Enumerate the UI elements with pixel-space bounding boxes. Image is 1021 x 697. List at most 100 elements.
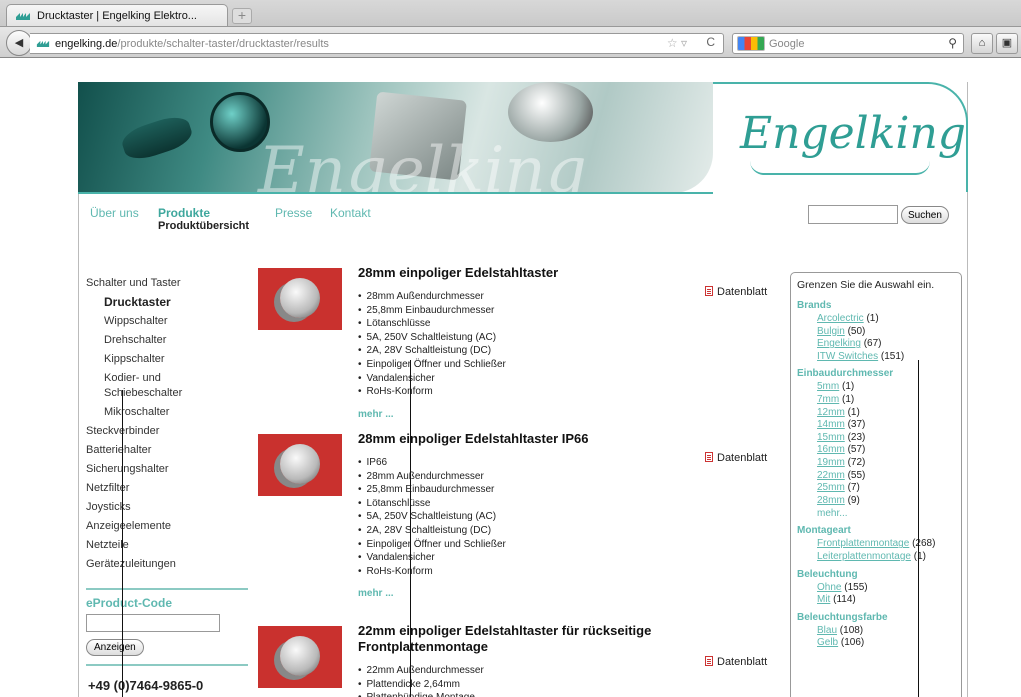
web-page: Engelking Engelking Über uns Produkte Pr… (0, 58, 1021, 697)
sidebar-item[interactable]: Netzteile (86, 536, 246, 555)
filter-more-link[interactable]: mehr... (797, 507, 955, 520)
address-bar[interactable]: engelking.de/produkte/schalter-taster/dr… (30, 33, 724, 54)
search-box[interactable]: Google ⚲ (732, 33, 964, 54)
sidebar-item[interactable]: Anzeigeelemente (86, 517, 246, 536)
filter-link[interactable]: Blau (817, 625, 837, 636)
nav-produktuebersicht[interactable]: Produktübersicht (158, 220, 249, 232)
filter-link[interactable]: 5mm (817, 381, 839, 392)
back-button[interactable]: ◀ (6, 30, 32, 56)
feature-item: Vandalensicher (358, 551, 506, 565)
filter-link[interactable]: Mit (817, 594, 830, 605)
browser-tab[interactable]: Drucktaster | Engelking Elektro... (6, 4, 228, 26)
tab-title: Drucktaster | Engelking Elektro... (37, 9, 197, 22)
filter-link[interactable]: 22mm (817, 470, 845, 481)
filter-option: 14mm (37) (797, 419, 955, 432)
filter-count: (1) (866, 313, 879, 324)
show-button[interactable]: Anzeigen (86, 639, 144, 656)
reload-icon[interactable]: C (706, 35, 715, 49)
new-tab-button[interactable]: + (232, 8, 252, 24)
feature-item: Plattenbündige Montage (358, 691, 484, 697)
sidebar-item[interactable]: Netzfilter (86, 479, 246, 498)
sidebar-item[interactable]: Batteriehalter (86, 441, 246, 460)
filter-option: Engelking (67) (797, 338, 955, 351)
filter-option: ITW Switches (151) (797, 351, 955, 364)
filter-count: (55) (847, 469, 866, 481)
datasheet-link[interactable]: Datenblatt (705, 656, 767, 668)
sidebar-item[interactable]: Schalter und Taster (86, 274, 246, 293)
filter-link[interactable]: 16mm (817, 444, 845, 455)
toolbar-button[interactable]: ▣ (996, 33, 1018, 54)
filter-link[interactable]: ITW Switches (817, 351, 878, 362)
search-button[interactable]: Suchen (901, 206, 949, 224)
filter-option: Blau (108) (797, 625, 955, 638)
sidebar-item[interactable]: Kippschalter (86, 350, 246, 369)
product-title[interactable]: 28mm einpoliger Edelstahltaster IP66 (358, 431, 698, 447)
feature-item: Lötanschlüsse (358, 317, 506, 331)
push-button-icon (280, 278, 320, 318)
sidebar-item[interactable]: Gerätezuleitungen (86, 555, 246, 574)
product-title[interactable]: 28mm einpoliger Edelstahltaster (358, 265, 698, 281)
sidebar-item[interactable]: Steckverbinder (86, 422, 246, 441)
feature-item: 22mm Außendurchmesser (358, 664, 484, 678)
home-button[interactable]: ⌂ (971, 33, 993, 54)
filter-link[interactable]: Engelking (817, 338, 861, 349)
sidebar-item[interactable]: Joysticks (86, 498, 246, 517)
filter-link[interactable]: Gelb (817, 637, 838, 648)
logo-swash (750, 161, 930, 175)
site-logo[interactable]: Engelking (740, 108, 966, 159)
feature-list: IP6628mm Außendurchmesser25,8mm Einbaudu… (358, 456, 506, 578)
filter-link[interactable]: 25mm (817, 482, 845, 493)
nav-ueber-uns[interactable]: Über uns (90, 206, 139, 220)
eproduct-code-title: eProduct-Code (86, 596, 173, 610)
filter-link[interactable]: 15mm (817, 432, 845, 443)
feature-item: IP66 (358, 456, 506, 470)
product-image[interactable] (258, 434, 342, 496)
filter-link[interactable]: 14mm (817, 419, 845, 430)
browser-chrome: Drucktaster | Engelking Elektro... + ◀ e… (0, 0, 1021, 58)
banner-knob-icon (118, 111, 196, 165)
filter-option: 19mm (72) (797, 457, 955, 470)
filter-link[interactable]: 28mm (817, 495, 845, 506)
datasheet-link[interactable]: Datenblatt (705, 452, 767, 464)
eproduct-code-input[interactable] (86, 614, 220, 632)
google-icon[interactable] (737, 36, 765, 51)
filter-count: (155) (844, 581, 868, 593)
filter-link[interactable]: 7mm (817, 394, 839, 405)
filter-count: (67) (863, 338, 882, 350)
datasheet-link[interactable]: Datenblatt (705, 286, 767, 298)
nav-kontakt[interactable]: Kontakt (330, 206, 371, 220)
product-image[interactable] (258, 268, 342, 330)
search-icon[interactable]: ⚲ (948, 36, 957, 50)
sidebar-item[interactable]: Wippschalter (86, 312, 246, 331)
filter-section-title: Beleuchtung (797, 568, 858, 580)
filter-count: (1) (842, 393, 855, 405)
nav-presse[interactable]: Presse (275, 206, 312, 220)
filter-link[interactable]: Bulgin (817, 326, 845, 337)
bookmark-star-icon[interactable]: ☆ ▿ (667, 36, 687, 50)
banner-metal-button-icon (508, 82, 593, 142)
sidebar-item[interactable]: Sicherungshalter (86, 460, 246, 479)
filter-count: (72) (847, 456, 866, 468)
more-link[interactable]: mehr ... (358, 409, 394, 420)
sidebar-item[interactable]: Drehschalter (86, 331, 246, 350)
more-link[interactable]: mehr ... (358, 588, 394, 599)
site-search-input[interactable] (808, 205, 898, 224)
product-image[interactable] (258, 626, 342, 688)
product-title[interactable]: 22mm einpoliger Edelstahltaster für rück… (358, 623, 698, 655)
sidebar-item[interactable]: Mikroschalter (86, 403, 246, 422)
filter-link[interactable]: 19mm (817, 457, 845, 468)
filter-link[interactable]: Frontplattenmontage (817, 538, 909, 549)
filter-link[interactable]: 12mm (817, 407, 845, 418)
filter-count: (9) (847, 494, 860, 506)
filter-count: (108) (839, 624, 864, 636)
sidebar-item[interactable]: Drucktaster (86, 293, 246, 312)
filter-link[interactable]: Leiterplattenmontage (817, 551, 911, 562)
filter-link[interactable]: Ohne (817, 582, 841, 593)
feature-item: RoHs-Konform (358, 385, 506, 399)
filter-link[interactable]: Arcolectric (817, 313, 864, 324)
feature-item: Plattendicke 2,64mm (358, 678, 484, 692)
feature-item: 5A, 250V Schaltleistung (AC) (358, 331, 506, 345)
sidebar-item[interactable]: Kodier- und Schiebeschalter (86, 369, 196, 403)
feature-item: Einpoliger Öffner und Schließer (358, 358, 506, 372)
nav-produkte[interactable]: Produkte (158, 206, 210, 220)
